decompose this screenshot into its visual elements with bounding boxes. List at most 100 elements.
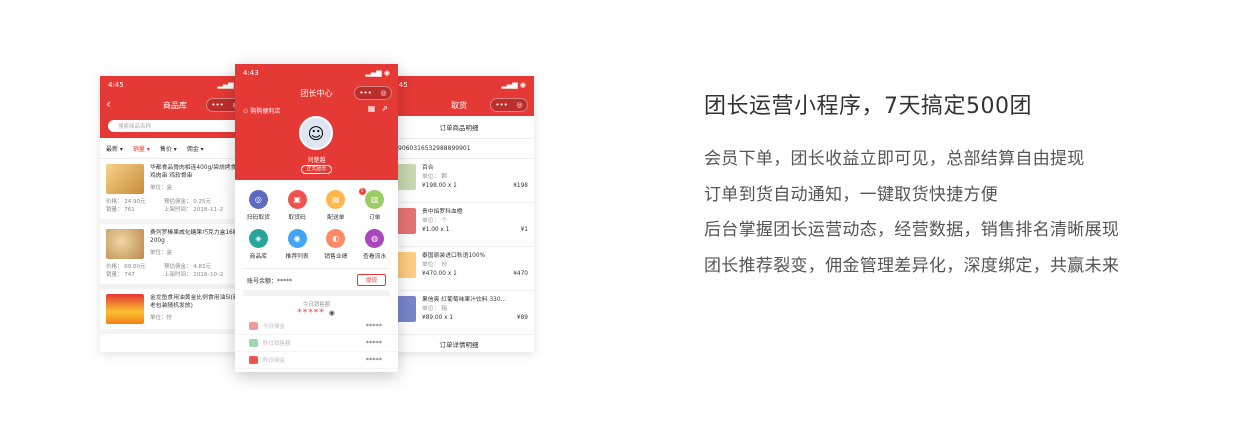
order-item-image [396, 208, 416, 234]
stat-value: ***** [365, 356, 382, 364]
mini-program-capsule[interactable]: ••• ◎ [490, 98, 528, 112]
sales-title: 今日销售额 [302, 302, 331, 308]
close-icon[interactable]: ◎ [381, 89, 387, 97]
order-item-total: ¥198 [513, 183, 528, 189]
withdraw-button[interactable]: 提现 [356, 274, 386, 286]
sales-icon [249, 339, 258, 347]
stat-label: 昨日佣金 [263, 358, 286, 364]
product-title: 金龙鱼食用油黄金比例食用油5l(新老包装随机发放) [150, 295, 239, 309]
search-input[interactable]: 搜索商品名称 [108, 120, 242, 132]
mini-program-capsule[interactable]: ••• ◎ [354, 86, 392, 100]
grid-item-recommend[interactable]: ◉ 推荐列表 [278, 229, 317, 260]
product-meta: 价格： 24.90元 预估佣金： 0.25元 销量： 761 上架时间： 201… [106, 198, 244, 214]
more-icon[interactable]: ••• [495, 101, 507, 109]
sort-tabs: 最新 ▾ 销量 ▾ 售价 ▾ 佣金 ▾ [100, 138, 250, 159]
left-navbar: ‹ 商品库 •••◎ [100, 94, 250, 116]
center-header: 4:43 ▂▄▆ ◉ 团长中心 ••• ◎ ⚇ 购购便利店 ▦ ⇗ ☺ 刘楚越 正… [235, 64, 398, 180]
product-image [106, 164, 144, 194]
order-item: 百合 单位： 颗 ¥198.00 x 1 ¥198 [384, 159, 534, 203]
more-icon[interactable]: ••• [359, 89, 371, 97]
commission-icon [249, 322, 258, 330]
code-icon: ▣ [287, 190, 307, 209]
order-item: 泰国原装进口秋语100% 单位： 份 ¥470.00 x 1 ¥470 [384, 247, 534, 291]
grid-label: 销售业绩 [324, 254, 348, 260]
share-icon[interactable]: ⇗ [381, 104, 388, 113]
headline: 团长运营小程序，7天搞定500团 [704, 94, 1032, 119]
sort-commission[interactable]: 佣金 ▾ [187, 144, 204, 153]
stat-row: 昨日佣金 ***** [235, 352, 398, 369]
grid-label: 商品库 [249, 254, 268, 260]
product-shelf-time: 上架时间： 2018–11–2 [164, 207, 224, 213]
left-time: 4:45 [108, 81, 124, 89]
unit-label: 单位： [150, 185, 167, 191]
left-title: 商品库 [163, 100, 187, 110]
center-time: 4:43 [243, 69, 259, 77]
eye-icon[interactable]: ◉ [329, 309, 336, 317]
grid-label: 扫码取货 [246, 215, 270, 221]
stat-value: ***** [365, 322, 382, 330]
product-price: 价格： 69.00元 [106, 264, 146, 270]
product-library-phone: 4:45 ▂▄▆ ◉ ‹ 商品库 •••◎ 搜索商品名称 最新 ▾ 销量 ▾ 售… [100, 76, 250, 352]
order-item: 果信爽 红葡萄味果汁饮料 330... 单位： 箱 ¥89.00 x 1 ¥89 [384, 291, 534, 335]
right-statusbar: 4:45 ▂▄▆ ◉ [384, 76, 534, 94]
right-title: 取货 [451, 100, 467, 110]
order-icon: ▥ [365, 190, 385, 209]
right-navbar: 取货 ••• ◎ [384, 94, 534, 116]
pickup-phone: 4:45 ▂▄▆ ◉ 取货 ••• ◎ 订单商品明细 90603165329888… [384, 76, 534, 352]
product-item[interactable]: 金龙鱼食用油黄金比例食用油5l(新老包装随机发放) 单位：份 [100, 289, 250, 334]
grid-item-flow[interactable]: ◍ 查看流水 [355, 229, 394, 260]
order-item-unit: 单位： 颗 [422, 174, 448, 180]
center-title: 团长中心 [300, 88, 333, 98]
order-number: 906031653298889990​1 [384, 139, 534, 159]
grid-item-scan[interactable]: ◎ 扫码取货 [239, 190, 278, 221]
close-icon[interactable]: ◎ [517, 101, 523, 109]
sort-latest[interactable]: 最新 ▾ [106, 144, 123, 153]
grid-item-delivery[interactable]: ▤ 1 配送单 [317, 188, 366, 221]
search-bar: 搜索商品名称 [100, 116, 250, 138]
product-item[interactable]: 费列罗榛果威化糖果巧克力盒16粒200g 单位：盒 价格： 69.00元 预估佣… [100, 224, 250, 289]
balance-label: 账号余额：***** [247, 277, 293, 285]
product-sales: 销量： 747 [106, 272, 135, 278]
grid-item-pickup-code[interactable]: ▣ 取货码 [278, 190, 317, 221]
product-unit: 单位：份 [150, 313, 244, 321]
grid-item-performance[interactable]: ◐ 销售业绩 [317, 229, 356, 260]
product-shelf-time: 上架时间： 2018–10–2 [164, 272, 224, 278]
order-item: 贵中焰罗科血橙 单位： 个 ¥1.00 x 1 ¥1 [384, 203, 534, 247]
order-item-total: ¥470 [513, 271, 528, 277]
product-unit: 单位：盒 [150, 248, 244, 256]
shop-name[interactable]: ⚇ 购购便利店 [243, 106, 280, 115]
grid-label: 取货码 [288, 215, 306, 221]
avatar[interactable]: ☺ [299, 116, 333, 150]
stat-label: 今日佣金 [263, 324, 286, 330]
qrcode-icon[interactable]: ▦ [368, 104, 376, 113]
grid-item-order[interactable]: ▥ 订单 [355, 190, 394, 221]
grid-item-library[interactable]: ◈ 商品库 [239, 229, 278, 260]
more-icon[interactable]: ••• [211, 101, 223, 109]
signal-icon: ▂▄▆ ◉ [501, 81, 526, 89]
stat-label: 昨日销售额 [263, 341, 291, 347]
product-image [106, 294, 144, 324]
user-icon: ⚇ [243, 108, 249, 115]
order-item-total: ¥1 [520, 227, 528, 233]
sort-price[interactable]: 售价 ▾ [160, 144, 177, 153]
product-meta: 价格： 69.00元 预估佣金： 4.83元 销量： 747 上架时间： 201… [106, 263, 244, 279]
back-icon[interactable]: ‹ [106, 97, 111, 111]
grid-label: 推荐列表 [285, 254, 309, 260]
product-title: 费列罗榛果威化糖果巧克力盒16粒200g [150, 230, 239, 244]
library-icon: ◈ [248, 229, 268, 248]
performance-icon: ◐ [326, 229, 346, 248]
balance-row: 账号余额：***** 提现 [243, 268, 390, 296]
order-item-unit: 单位： 份 [422, 262, 448, 268]
grid-label: 订单 [368, 215, 381, 221]
delivery-icon: ▤ [326, 190, 346, 209]
center-statusbar: 4:43 ▂▄▆ ◉ [235, 64, 398, 82]
left-header: 4:45 ▂▄▆ ◉ ‹ 商品库 •••◎ 搜索商品名称 [100, 76, 250, 138]
stat-row: 昨日销售额 ***** [235, 335, 398, 352]
order-item-price: ¥89.00 x 1 [422, 315, 454, 321]
feature-line: 团长推荐裂变，佣金管理差异化，深度绑定，共赢未来 [704, 255, 1120, 276]
order-item-name: 果信爽 红葡萄味果汁饮料 330... [422, 297, 507, 303]
order-item-unit: 单位： 箱 [422, 306, 448, 312]
sales-value: ***** [297, 308, 325, 318]
product-item[interactable]: 华都食品骨肉相连400g/袋烧烤食材鸡肉串 鸡软骨串 单位：盒 价格： 24.9… [100, 159, 250, 224]
sort-sales[interactable]: 销量 ▾ [133, 144, 150, 153]
